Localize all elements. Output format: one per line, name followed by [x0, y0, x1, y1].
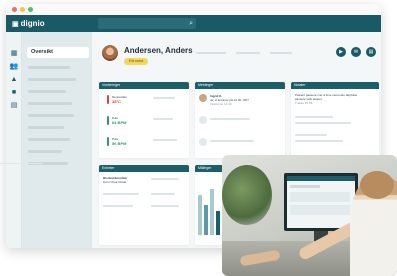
- device-subtitle: Accu Chek Guide: [103, 180, 127, 184]
- logo-icon: ▣: [12, 20, 19, 28]
- vital-row[interactable]: Puls 84 BPM: [103, 115, 189, 129]
- icon-rail: ▦ 👥 ▲ ■ ▤: [6, 32, 22, 248]
- search-input[interactable]: ⌕: [98, 18, 196, 29]
- message-time: Innkomne 14:40: [210, 102, 232, 106]
- sidebar-item[interactable]: [28, 150, 62, 153]
- header-info: [196, 52, 226, 54]
- sidebar-item[interactable]: [28, 102, 72, 105]
- chat-button[interactable]: ✉: [351, 47, 361, 57]
- header-info: [236, 52, 260, 54]
- bell-icon[interactable]: ▲: [6, 73, 22, 86]
- window-chrome: [6, 4, 381, 15]
- vital-value: 84 BPM: [112, 120, 127, 125]
- logo[interactable]: ▣ dignio: [12, 19, 45, 28]
- vitals-card-title: Vurderinger: [99, 82, 189, 89]
- stage: ▣ dignio ⌕ ▦ 👥 ▲ ■ ▤ Oversikt Andersen, …: [0, 0, 397, 276]
- sidebar-item[interactable]: [28, 114, 74, 117]
- grid-icon[interactable]: ▦: [6, 47, 22, 60]
- video-call-button[interactable]: ▶: [336, 47, 346, 57]
- note-time: Trekke 15:04: [295, 101, 313, 105]
- vital-row[interactable]: Puls 56 BPM: [103, 136, 189, 150]
- patient-avatar: [101, 44, 119, 62]
- maximize-icon[interactable]: [28, 7, 33, 12]
- top-bar: ▣ dignio ⌕: [6, 15, 381, 32]
- divider: [0, 163, 42, 164]
- devices-card-title: Enheter: [99, 165, 189, 172]
- avatar: [199, 94, 207, 102]
- sidebar-item[interactable]: [28, 66, 70, 69]
- logo-text: dignio: [20, 19, 45, 28]
- monitor: [284, 173, 358, 231]
- notes-card-title: Notater: [291, 82, 379, 89]
- sidebar-item-oversikt[interactable]: Oversikt: [27, 47, 89, 58]
- header-info: [270, 52, 292, 54]
- id-card-icon[interactable]: ▤: [6, 99, 22, 112]
- avatar: [199, 138, 207, 146]
- sidebar-item[interactable]: [28, 78, 76, 81]
- sidebar-item[interactable]: [28, 126, 64, 129]
- vital-value: 56 BPM: [112, 141, 127, 146]
- minimize-icon[interactable]: [20, 7, 25, 12]
- status-badge: Evt roma: [124, 58, 149, 65]
- office-photo: [222, 155, 397, 276]
- sidebar-item[interactable]: [28, 90, 66, 93]
- notes-card: Notater Pasient passere mer à time nemen…: [291, 82, 379, 158]
- sidebar-item[interactable]: [28, 138, 70, 141]
- messages-card: Meldinger Ingrid K. Ja, vi kommer på 14.…: [195, 82, 285, 158]
- folder-icon[interactable]: ■: [6, 86, 22, 99]
- devices-card: Enheter Blodsukkermåler Accu Chek Guide: [99, 165, 189, 245]
- avatar: [199, 116, 207, 124]
- users-icon[interactable]: 👥: [6, 60, 22, 73]
- vital-row[interactable]: Temperatur 38°C: [103, 94, 189, 108]
- search-icon[interactable]: ⌕: [189, 19, 193, 28]
- close-icon[interactable]: [12, 7, 17, 12]
- document-button[interactable]: ▤: [366, 47, 376, 57]
- vitals-card: Vurderinger Temperatur 38°C Puls 84 BPM …: [99, 82, 189, 158]
- messages-card-title: Meldinger: [195, 82, 285, 89]
- patient-name: Andersen, Anders: [124, 46, 193, 55]
- sidebar: Oversikt: [22, 32, 92, 248]
- vital-value: 38°C: [112, 99, 121, 104]
